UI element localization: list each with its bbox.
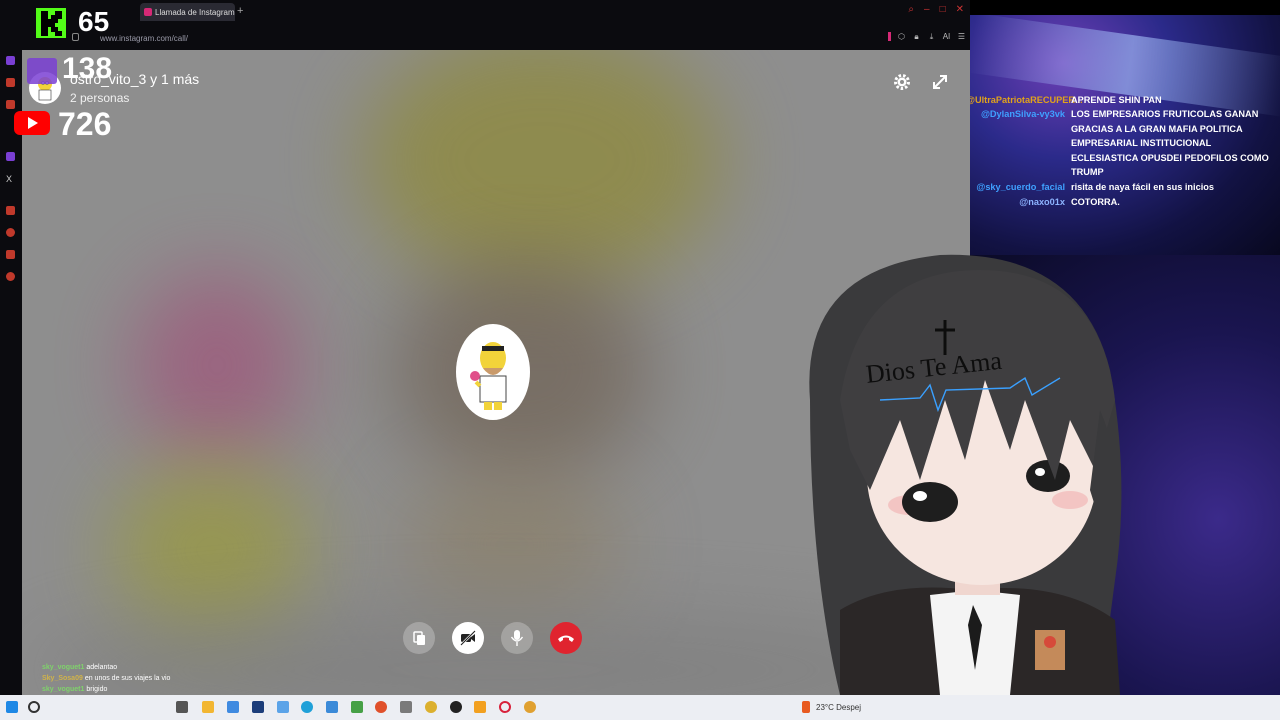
- mini-chat-message: sky_voguet1 adelantao: [42, 662, 170, 673]
- end-call-icon: [558, 635, 574, 642]
- twitch-sidebar-icon[interactable]: [6, 56, 15, 65]
- twitch-logo: [27, 58, 57, 84]
- twitch-viewer-count: 138: [62, 52, 113, 85]
- app-icon[interactable]: [450, 701, 462, 713]
- task-view-icon[interactable]: [176, 701, 188, 713]
- x-sidebar-icon[interactable]: X: [6, 175, 15, 184]
- app-sidebar-icon[interactable]: [6, 206, 15, 215]
- youtube-viewer-count: 726: [58, 106, 112, 142]
- minimize-icon[interactable]: –: [924, 4, 930, 15]
- mini-chat-message: Sky_Sosa09 en unos de sus viajes la vio: [42, 673, 170, 684]
- stream-chat-panel: @UltraPatriotaRECUPER... APRENDE SHIN PA…: [970, 15, 1280, 255]
- mini-chat-username: sky_voguet1: [42, 686, 85, 693]
- app-sidebar-icon[interactable]: [6, 78, 15, 87]
- screen-share-button[interactable]: [403, 622, 435, 654]
- weather-text: 23°C Despej: [816, 703, 861, 712]
- chat-text: APRENDE SHIN PAN: [1071, 95, 1162, 105]
- app-icon[interactable]: [524, 701, 536, 713]
- app-icon[interactable]: [474, 701, 486, 713]
- weather-icon: [802, 701, 810, 713]
- end-call-button[interactable]: [550, 622, 582, 654]
- close-icon[interactable]: ✕: [956, 4, 964, 15]
- mini-chat-text: adelantao: [86, 664, 118, 671]
- instagram-icon: [144, 8, 152, 16]
- vtuber-avatar: Dios Te Ama: [770, 250, 1190, 696]
- browser-sidebar: X: [0, 0, 22, 700]
- screen-share-icon: [413, 631, 425, 645]
- blurred-background: [112, 460, 312, 640]
- blurred-background: [402, 470, 622, 620]
- video-off-icon: [460, 630, 476, 646]
- app-icon[interactable]: [351, 701, 363, 713]
- app-icon[interactable]: [277, 701, 289, 713]
- microphone-button[interactable]: [501, 622, 533, 654]
- opera-icon[interactable]: [499, 701, 511, 713]
- tab-title: Llamada de Instagram: [155, 7, 235, 17]
- mini-chat-text: brigido: [86, 686, 108, 693]
- browser-chrome: Llamada de Instagram + ⌕ – □ ✕ www.insta…: [0, 0, 970, 50]
- download-icon[interactable]: ⤓: [927, 32, 936, 41]
- browser-tab[interactable]: Llamada de Instagram: [140, 3, 235, 21]
- blurred-background: [132, 270, 302, 460]
- windows-taskbar: 23°C Despej: [0, 695, 1280, 720]
- app-icon[interactable]: [227, 701, 239, 713]
- windows-start-icon[interactable]: [6, 701, 18, 713]
- mini-chat-username: sky_voguet1: [42, 664, 85, 671]
- youtube-logo: [14, 111, 50, 135]
- search-icon[interactable]: [28, 701, 40, 713]
- chat-text: COTORRA.: [1071, 197, 1120, 207]
- participant-avatar: [456, 324, 530, 420]
- search-icon[interactable]: ⌕: [908, 4, 914, 15]
- browser-toolbar: ⬡ 🔒︎ ⤓ AI ☰: [888, 32, 966, 41]
- app-icon[interactable]: [400, 701, 412, 713]
- app-sidebar-icon[interactable]: [6, 272, 15, 281]
- mini-chat-text: en unos de sus viajes la vio: [84, 675, 171, 682]
- app-sidebar-icon[interactable]: [6, 228, 15, 237]
- maximize-icon[interactable]: □: [940, 4, 946, 15]
- app-icon[interactable]: [326, 701, 338, 713]
- menu-icon[interactable]: ☰: [957, 32, 966, 41]
- microphone-icon: [510, 630, 524, 646]
- twitch-sidebar-icon[interactable]: [6, 152, 15, 161]
- new-tab-button[interactable]: +: [237, 5, 243, 17]
- lock-icon[interactable]: 🔒︎: [912, 32, 921, 41]
- extensions-icon[interactable]: ⬡: [897, 32, 906, 41]
- chat-username: @naxo01x: [1019, 197, 1065, 207]
- call-participants: 2 personas: [70, 91, 130, 105]
- file-explorer-icon[interactable]: [202, 701, 214, 713]
- kick-logo: [36, 8, 66, 38]
- chat-text: risita de naya fácil en sus inicios: [1071, 182, 1214, 192]
- blurred-background: [362, 50, 722, 290]
- chrome-icon[interactable]: [425, 701, 437, 713]
- chat-username: @sky_cuerdo_facial: [976, 182, 1065, 192]
- fullscreen-icon[interactable]: [930, 72, 950, 92]
- address-bar[interactable]: www.instagram.com/call/: [60, 31, 880, 45]
- app-sidebar-icon[interactable]: [6, 100, 15, 109]
- mini-chat-message: sky_voguet1 brigido: [42, 684, 170, 695]
- kick-viewer-count: 65: [78, 6, 110, 37]
- video-toggle-button[interactable]: [452, 622, 484, 654]
- app-icon[interactable]: [252, 701, 264, 713]
- ai-icon[interactable]: AI: [942, 32, 951, 41]
- url-text: www.instagram.com/call/: [100, 33, 189, 43]
- window-controls: ⌕ – □ ✕: [908, 4, 964, 15]
- chat-text: LOS EMPRESARIOS FRUTICOLAS GANAN GRACIAS…: [1071, 109, 1269, 177]
- settings-icon[interactable]: [892, 72, 912, 92]
- chat-username: @DylanSilva-vy3vk: [980, 109, 1065, 119]
- app-sidebar-icon[interactable]: [6, 250, 15, 259]
- chat-username: @UltraPatriotaRECUPER...: [970, 95, 1083, 105]
- firefox-icon[interactable]: [375, 701, 387, 713]
- accent-icon: [888, 32, 891, 41]
- edge-icon[interactable]: [301, 701, 313, 713]
- mini-chat-username: Sky_Sosa09: [42, 675, 83, 682]
